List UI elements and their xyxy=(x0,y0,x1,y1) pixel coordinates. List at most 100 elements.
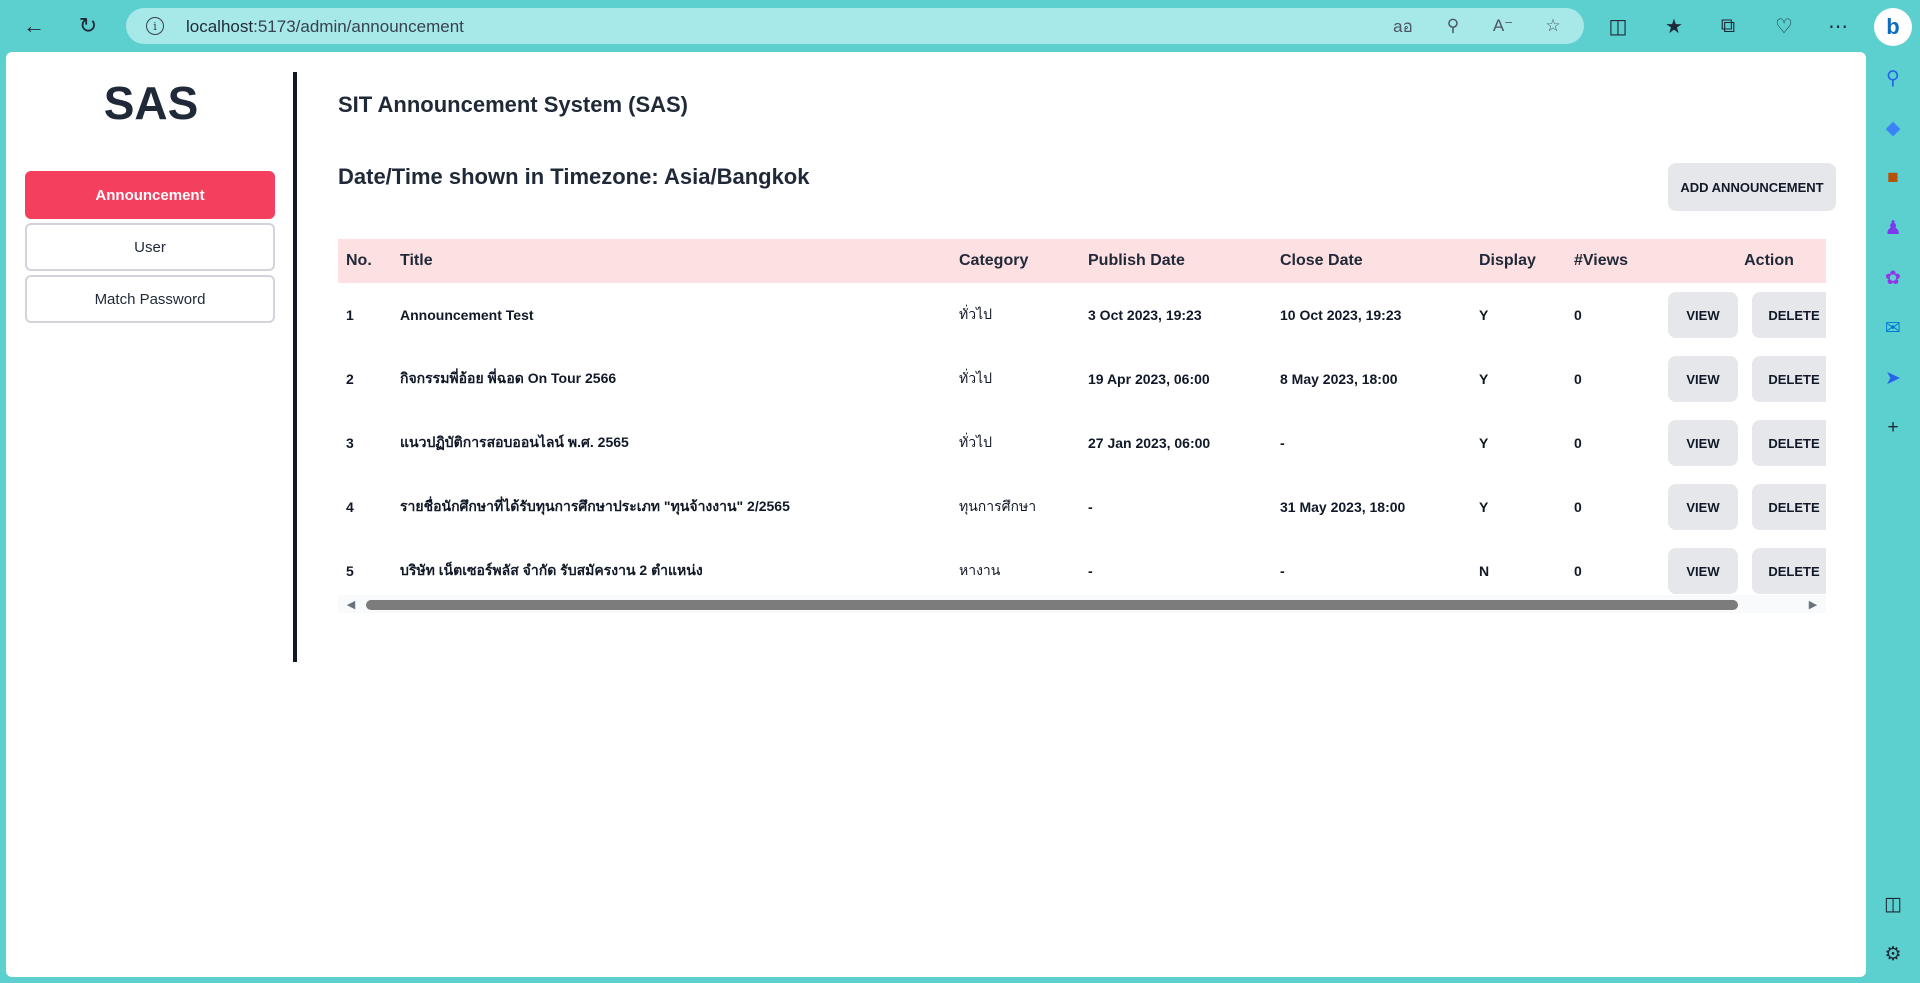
cell-display: N xyxy=(1479,563,1490,579)
cell-no: 2 xyxy=(346,371,354,387)
cell-actions: VIEW DELETE xyxy=(1660,539,1826,603)
cell-title: บริษัท เน็ตเซอร์พลัส จำกัด รับสมัครงาน 2… xyxy=(400,562,703,578)
header-close-date: Close Date xyxy=(1280,252,1363,269)
table-row: 4 รายชื่อนักศึกษาที่ได้รับทุนการศึกษาประ… xyxy=(338,475,1826,539)
announcement-table: No. Title Category Publish Date Close Da… xyxy=(338,239,1826,603)
refresh-icon[interactable]: ↻ xyxy=(72,10,104,42)
send-icon[interactable]: ➤ xyxy=(1879,364,1907,392)
outlook-icon[interactable]: ✉ xyxy=(1879,314,1907,342)
horizontal-scrollbar[interactable]: ◀ ▶ xyxy=(338,595,1826,613)
cell-no: 3 xyxy=(346,435,354,451)
cell-views: 0 xyxy=(1574,499,1582,515)
table-row: 1 Announcement Test ทั่วไป 3 Oct 2023, 1… xyxy=(338,283,1826,347)
cell-actions: VIEW DELETE xyxy=(1660,411,1826,475)
cell-no: 1 xyxy=(346,307,354,323)
add-icon[interactable]: + xyxy=(1879,414,1907,442)
view-button[interactable]: VIEW xyxy=(1668,356,1738,402)
table-row: 2 กิจกรรมพี่อ้อย พี่ฉอด On Tour 2566 ทั่… xyxy=(338,347,1826,411)
shopping-tag-icon[interactable]: ◆ xyxy=(1879,114,1907,142)
header-no: No. xyxy=(346,252,372,269)
header-action: Action xyxy=(1744,252,1794,269)
view-button[interactable]: VIEW xyxy=(1668,484,1738,530)
cell-close-date: 8 May 2023, 18:00 xyxy=(1280,371,1398,387)
sidebar-item-announcement[interactable]: Announcement xyxy=(25,171,275,219)
cell-category: ทุนการศึกษา xyxy=(959,498,1037,514)
health-icon[interactable]: ♡ xyxy=(1770,12,1798,40)
header-views: #Views xyxy=(1574,252,1628,269)
cell-close-date: 31 May 2023, 18:00 xyxy=(1280,499,1406,515)
settings-gear-icon[interactable]: ⚙ xyxy=(1879,940,1907,968)
back-icon[interactable]: ← xyxy=(18,10,50,42)
app-logo: SAS xyxy=(103,77,199,129)
search-icon[interactable]: ⚲ xyxy=(1879,64,1907,92)
url-text[interactable]: localhost:5173/admin/announcement xyxy=(186,17,464,37)
info-icon[interactable]: i xyxy=(146,17,164,35)
cell-display: Y xyxy=(1479,499,1489,515)
cell-actions: VIEW DELETE xyxy=(1660,347,1826,411)
games-icon[interactable]: ♟ xyxy=(1879,214,1907,242)
view-button[interactable]: VIEW xyxy=(1668,548,1738,594)
read-aloud-icon[interactable]: A⁻ xyxy=(1492,15,1514,37)
cell-no: 4 xyxy=(346,499,354,515)
cell-display: Y xyxy=(1479,371,1489,387)
copilot-icon[interactable]: ✿ xyxy=(1879,264,1907,292)
table-row: 3 แนวปฏิบัติการสอบออนไลน์ พ.ศ. 2565 ทั่ว… xyxy=(338,411,1826,475)
cell-title: รายชื่อนักศึกษาที่ได้รับทุนการศึกษาประเภ… xyxy=(400,498,790,514)
announcement-table-container[interactable]: No. Title Category Publish Date Close Da… xyxy=(338,239,1826,627)
cell-close-date: 10 Oct 2023, 19:23 xyxy=(1280,307,1402,323)
cell-category: ทั่วไป xyxy=(959,434,993,450)
sidebar-divider xyxy=(293,72,297,662)
cell-close-date: - xyxy=(1280,435,1285,451)
cell-views: 0 xyxy=(1574,563,1582,579)
cell-category: หางาน xyxy=(959,562,1001,578)
star-icon[interactable]: ☆ xyxy=(1542,15,1564,37)
delete-button[interactable]: DELETE xyxy=(1752,356,1826,402)
header-title: Title xyxy=(400,252,433,269)
cell-title: กิจกรรมพี่อ้อย พี่ฉอด On Tour 2566 xyxy=(400,370,617,386)
table-row: 5 บริษัท เน็ตเซอร์พลัส จำกัด รับสมัครงาน… xyxy=(338,539,1826,603)
add-announcement-button[interactable]: ADD ANNOUNCEMENT xyxy=(1668,163,1836,211)
app-sidebar: SAS Announcement User Match Password xyxy=(6,52,296,662)
split-screen-icon[interactable]: ◫ xyxy=(1604,12,1632,40)
delete-button[interactable]: DELETE xyxy=(1752,484,1826,530)
sidebar-item-user[interactable]: User xyxy=(25,223,275,271)
cell-title: แนวปฏิบัติการสอบออนไลน์ พ.ศ. 2565 xyxy=(400,434,629,450)
main-content: SIT Announcement System (SAS) Date/Time … xyxy=(338,52,1836,662)
url-host: localhost xyxy=(186,17,254,36)
favorites-icon[interactable]: ★ xyxy=(1660,12,1688,40)
sidebar-toggle-icon[interactable]: ◫ xyxy=(1879,890,1907,918)
cell-publish-date: 19 Apr 2023, 06:00 xyxy=(1088,371,1210,387)
cell-actions: VIEW DELETE xyxy=(1660,475,1826,539)
cell-category: ทั่วไป xyxy=(959,306,993,322)
scroll-left-icon[interactable]: ◀ xyxy=(344,597,358,611)
bing-chat-icon[interactable]: b xyxy=(1874,8,1912,46)
cell-views: 0 xyxy=(1574,435,1582,451)
url-path: :5173/admin/announcement xyxy=(253,17,464,36)
table-header-row: No. Title Category Publish Date Close Da… xyxy=(338,239,1826,283)
cell-display: Y xyxy=(1479,307,1489,323)
page-viewport: SAS Announcement User Match Password SIT… xyxy=(6,52,1866,977)
zoom-out-icon[interactable]: ⚲ xyxy=(1442,15,1464,37)
tools-briefcase-icon[interactable]: ■ xyxy=(1879,164,1907,192)
address-bar[interactable]: i localhost:5173/admin/announcement aอ ⚲… xyxy=(126,8,1584,44)
cell-publish-date: 27 Jan 2023, 06:00 xyxy=(1088,435,1211,451)
more-menu-icon[interactable]: ⋯ xyxy=(1824,12,1852,40)
page-title: SIT Announcement System (SAS) xyxy=(338,92,689,117)
sidebar-item-match-password[interactable]: Match Password xyxy=(25,275,275,323)
delete-button[interactable]: DELETE xyxy=(1752,292,1826,338)
collections-icon[interactable]: ⧉ xyxy=(1714,12,1742,40)
cell-category: ทั่วไป xyxy=(959,370,993,386)
translate-icon[interactable]: aอ xyxy=(1392,15,1414,37)
browser-toolbar: ← ↻ i localhost:5173/admin/announcement … xyxy=(0,0,1880,52)
view-button[interactable]: VIEW xyxy=(1668,420,1738,466)
cell-close-date: - xyxy=(1280,563,1285,579)
delete-button[interactable]: DELETE xyxy=(1752,548,1826,594)
delete-button[interactable]: DELETE xyxy=(1752,420,1826,466)
scroll-right-icon[interactable]: ▶ xyxy=(1806,597,1820,611)
cell-actions: VIEW DELETE xyxy=(1660,283,1826,347)
scroll-thumb[interactable] xyxy=(366,600,1738,610)
view-button[interactable]: VIEW xyxy=(1668,292,1738,338)
timezone-label: Date/Time shown in Timezone: Asia/Bangko… xyxy=(338,164,810,189)
cell-publish-date: 3 Oct 2023, 19:23 xyxy=(1088,307,1202,323)
cell-no: 5 xyxy=(346,563,354,579)
